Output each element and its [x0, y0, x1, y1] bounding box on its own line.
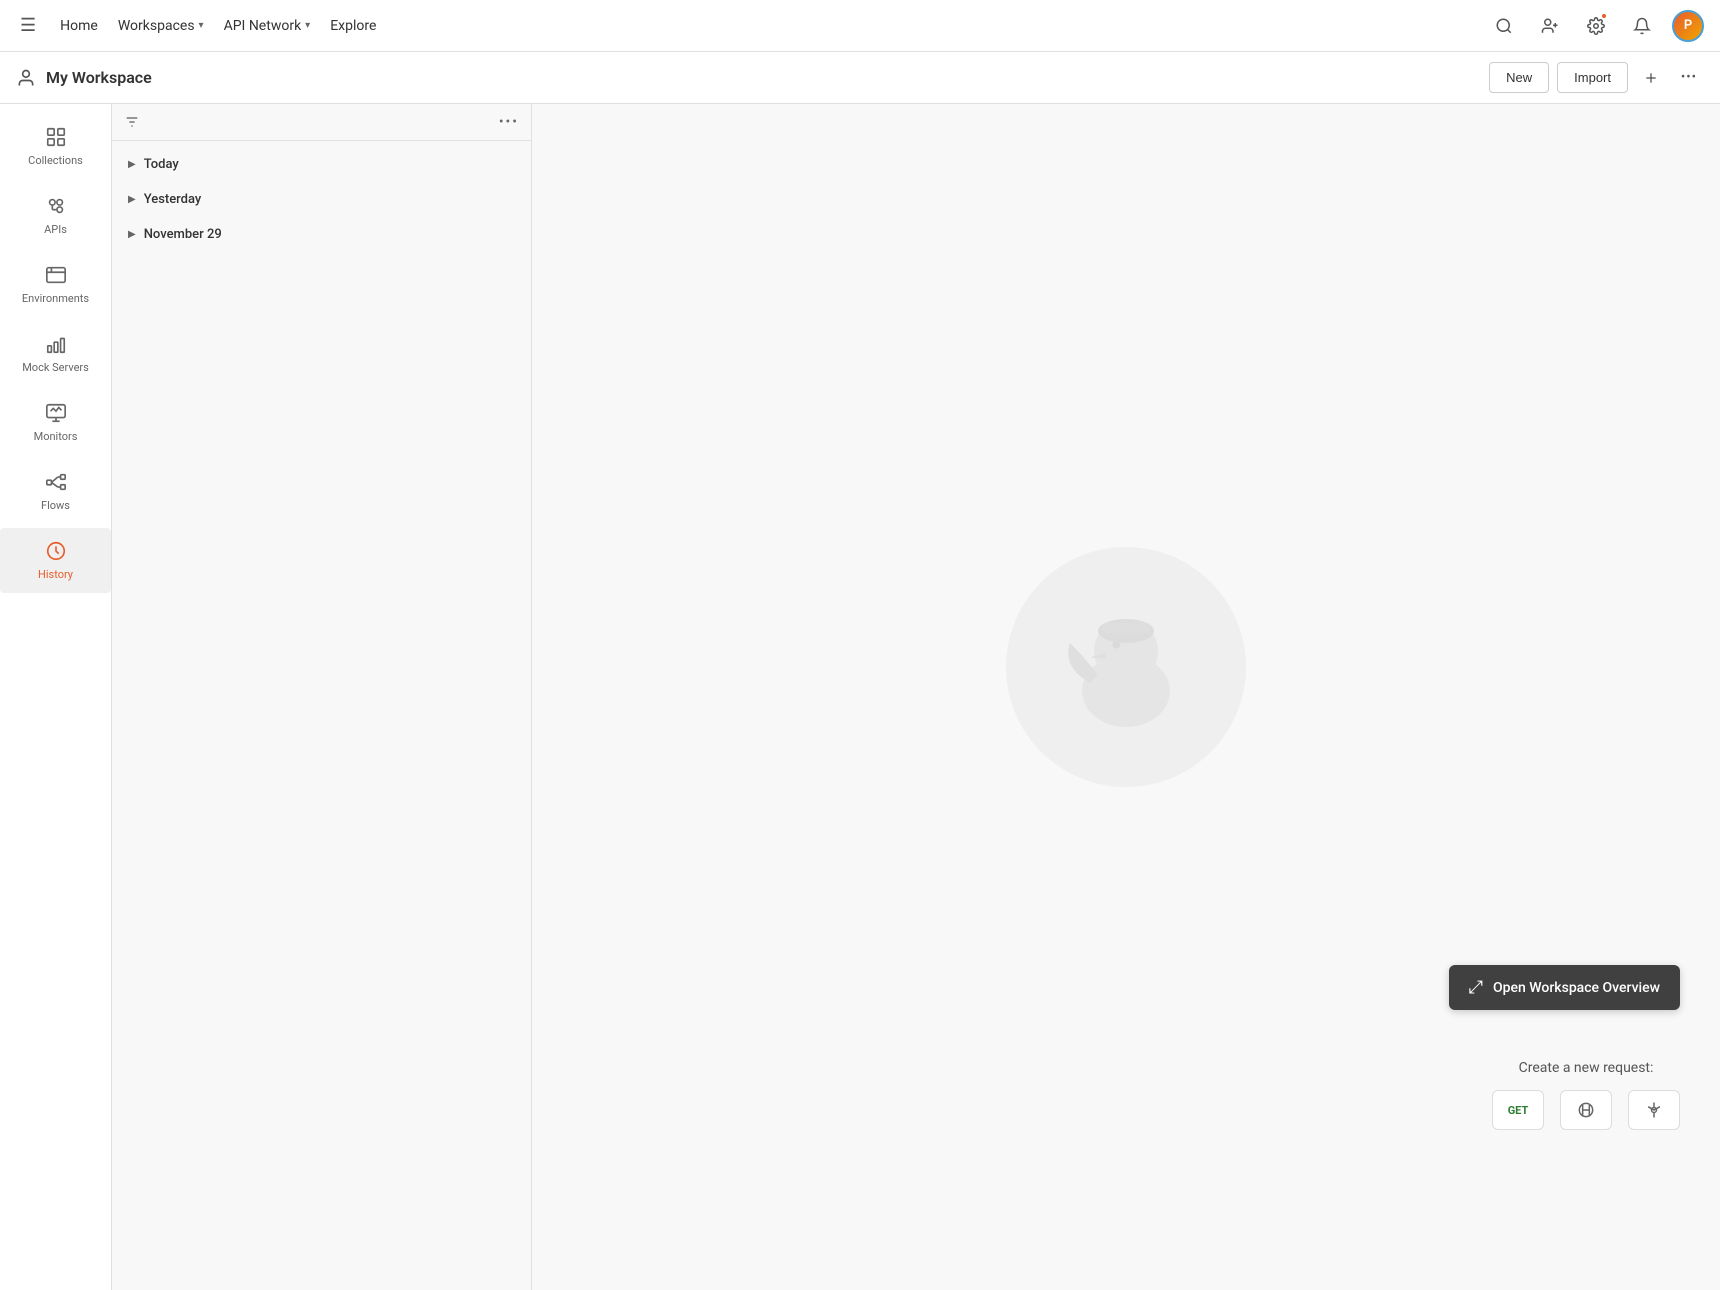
sidebar: Collections APIs Environments Mock Serve… [0, 104, 112, 1290]
history-group-yesterday: ▶ Yesterday [112, 184, 531, 215]
settings-button[interactable] [1580, 10, 1612, 42]
new-button[interactable]: New [1489, 62, 1549, 93]
plus-icon [1643, 70, 1659, 86]
top-navigation: ☰ Home Workspaces ▾ API Network ▾ Explor… [0, 0, 1720, 52]
yesterday-chevron: ▶ [128, 194, 136, 205]
nav-explore[interactable]: Explore [330, 18, 376, 34]
open-workspace-overview-button[interactable]: ⤢ Open Workspace Overview [1449, 965, 1680, 1010]
today-chevron: ▶ [128, 159, 136, 170]
history-group-today-header[interactable]: ▶ Today [112, 149, 531, 180]
nav-home[interactable]: Home [60, 18, 98, 34]
workspace-title: My Workspace [46, 68, 152, 87]
bird-svg [1046, 587, 1206, 747]
search-button[interactable] [1488, 10, 1520, 42]
sidebar-item-collections[interactable]: Collections [0, 114, 111, 179]
nav-workspaces[interactable]: Workspaces ▾ [118, 18, 204, 34]
filter-icon [124, 114, 140, 130]
workspaces-dropdown-arrow: ▾ [199, 20, 204, 31]
main-layout: Collections APIs Environments Mock Serve… [0, 104, 1720, 1290]
mock-servers-label: Mock Servers [22, 361, 89, 374]
history-icon [45, 540, 67, 562]
sidebar-item-history[interactable]: History [0, 528, 111, 593]
illustration [1006, 547, 1246, 787]
sidebar-item-apis[interactable]: APIs [0, 183, 111, 248]
invite-button[interactable] [1534, 10, 1566, 42]
create-request-section: Create a new request: GET [1492, 1060, 1680, 1130]
monitors-label: Monitors [34, 430, 78, 443]
workspace-header: My Workspace New Import ••• [0, 52, 1720, 104]
collections-icon [45, 126, 67, 148]
history-group-november29-header[interactable]: ▶ November 29 [112, 219, 531, 250]
yesterday-label: Yesterday [144, 192, 202, 207]
get-label: GET [1508, 1104, 1529, 1117]
history-group-yesterday-header[interactable]: ▶ Yesterday [112, 184, 531, 215]
history-group-today: ▶ Today [112, 149, 531, 180]
collections-label: Collections [28, 154, 83, 167]
get-request-button[interactable]: GET [1492, 1090, 1544, 1130]
monitors-icon [45, 402, 67, 424]
settings-notification-dot [1600, 12, 1608, 20]
main-area: ⤢ Open Workspace Overview Create a new r… [532, 104, 1720, 1290]
import-button[interactable]: Import [1557, 62, 1628, 93]
user-avatar[interactable]: P [1672, 10, 1704, 42]
nav-api-network[interactable]: API Network ▾ [224, 18, 311, 34]
external-link-icon: ⤢ [1469, 977, 1483, 998]
nav-right: P [1488, 10, 1704, 42]
history-panel: ••• ▶ Today ▶ Yesterday ▶ November 29 [112, 104, 532, 1290]
api-network-dropdown-arrow: ▾ [305, 20, 310, 31]
history-group-november29: ▶ November 29 [112, 219, 531, 250]
add-tab-button[interactable] [1636, 63, 1666, 93]
create-request-label: Create a new request: [1492, 1060, 1680, 1076]
add-user-icon [1541, 17, 1559, 35]
search-icon [1495, 17, 1513, 35]
more-options-button[interactable]: ••• [1674, 63, 1704, 93]
environments-label: Environments [22, 292, 89, 305]
workspace-actions: New Import ••• [1489, 62, 1704, 93]
history-toolbar: ••• [112, 104, 531, 141]
notifications-button[interactable] [1626, 10, 1658, 42]
november29-label: November 29 [144, 227, 222, 242]
nav-left: ☰ Home Workspaces ▾ API Network ▾ Explor… [16, 11, 1488, 40]
user-icon [16, 68, 36, 88]
sidebar-item-environments[interactable]: Environments [0, 252, 111, 317]
apis-icon [45, 195, 67, 217]
request-type-icons: GET [1492, 1090, 1680, 1130]
bell-icon [1633, 17, 1651, 35]
open-workspace-label: Open Workspace Overview [1493, 980, 1660, 996]
environments-icon [45, 264, 67, 286]
grpc-icon [1644, 1100, 1664, 1120]
history-more-options[interactable]: ••• [499, 114, 519, 130]
history-label: History [38, 568, 73, 581]
grpc-request-button[interactable] [1628, 1090, 1680, 1130]
workspace-title-area: My Workspace [16, 68, 1489, 88]
sidebar-item-monitors[interactable]: Monitors [0, 390, 111, 455]
today-label: Today [144, 157, 179, 172]
flows-label: Flows [41, 499, 70, 512]
hamburger-menu[interactable]: ☰ [16, 11, 40, 40]
mock-servers-icon [45, 333, 67, 355]
november29-chevron: ▶ [128, 229, 136, 240]
graphql-icon [1576, 1100, 1596, 1120]
postman-bird-illustration [1006, 547, 1246, 787]
history-list: ▶ Today ▶ Yesterday ▶ November 29 [112, 141, 531, 1290]
ellipsis-icon: ••• [1681, 70, 1697, 85]
flows-icon [45, 471, 67, 493]
apis-label: APIs [44, 223, 67, 236]
graphql-request-button[interactable] [1560, 1090, 1612, 1130]
sidebar-item-flows[interactable]: Flows [0, 459, 111, 524]
sidebar-item-mock-servers[interactable]: Mock Servers [0, 321, 111, 386]
